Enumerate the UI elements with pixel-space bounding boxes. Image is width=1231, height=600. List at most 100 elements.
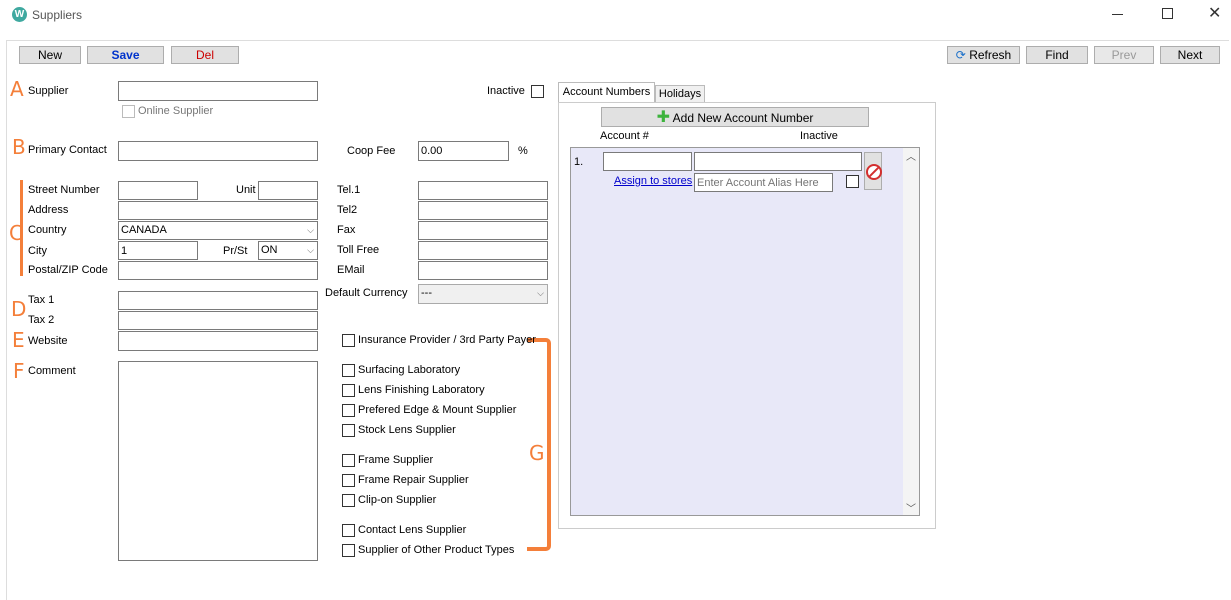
coop-fee-label: Coop Fee (347, 145, 396, 157)
email-label: EMail (337, 264, 365, 276)
city-label: City (28, 245, 47, 257)
supplier-input[interactable] (118, 81, 318, 101)
primary-contact-input[interactable] (118, 141, 318, 161)
default-currency-value: --- (421, 287, 432, 299)
tel1-input[interactable] (418, 181, 548, 200)
refresh-icon: ⟳ (955, 48, 966, 62)
supplier-type-checkbox[interactable] (342, 404, 355, 417)
marker-e: E (12, 328, 25, 352)
scroll-up-icon[interactable]: ︿ (906, 148, 916, 163)
close-icon[interactable]: ✕ (1208, 3, 1221, 22)
tax1-input[interactable] (118, 291, 318, 310)
account-name-input[interactable] (694, 152, 862, 171)
online-supplier-label: Online Supplier (138, 105, 214, 117)
comment-label: Comment (28, 365, 76, 377)
tax1-label: Tax 1 (28, 294, 55, 306)
chevron-down-icon: ⌵ (307, 225, 314, 235)
supplier-type-checkbox[interactable] (342, 384, 355, 397)
app-logo-icon: W (12, 7, 27, 22)
inactive-checkbox[interactable] (531, 85, 544, 98)
fax-label: Fax (337, 224, 356, 236)
supplier-type-checkbox[interactable] (342, 334, 355, 347)
account-number-input[interactable] (603, 152, 692, 171)
address-label: Address (28, 204, 69, 216)
supplier-type-checkbox[interactable] (342, 474, 355, 487)
fax-input[interactable] (418, 221, 548, 240)
supplier-type-checkbox[interactable] (342, 494, 355, 507)
unit-label: Unit (236, 184, 256, 196)
tax2-label: Tax 2 (28, 314, 55, 326)
col-inactive-header: Inactive (800, 130, 838, 142)
email-input[interactable] (418, 261, 548, 280)
supplier-type-label: Lens Finishing Laboratory (358, 384, 485, 396)
website-label: Website (28, 335, 68, 347)
website-input[interactable] (118, 331, 318, 351)
supplier-type-label: Stock Lens Supplier (358, 424, 456, 436)
marker-a: A (10, 77, 24, 101)
inactive-label: Inactive (487, 85, 525, 97)
supplier-type-label: Surfacing Laboratory (358, 364, 461, 376)
scrollbar-track[interactable] (903, 148, 919, 515)
tab-holidays[interactable]: Holidays (655, 85, 705, 102)
prev-button[interactable]: Prev (1094, 46, 1154, 64)
default-currency-label: Default Currency (325, 287, 408, 299)
prst-select[interactable]: ON ⌵ (258, 241, 318, 260)
prst-value: ON (261, 244, 278, 256)
supplier-type-label: Prefered Edge & Mount Supplier (358, 404, 517, 416)
supplier-type-label: Insurance Provider / 3rd Party Payer (358, 334, 536, 346)
marker-c: C (9, 221, 23, 245)
find-button[interactable]: Find (1026, 46, 1088, 64)
refresh-button[interactable]: ⟳ Refresh (947, 46, 1020, 64)
supplier-type-checkbox[interactable] (342, 524, 355, 537)
tel2-input[interactable] (418, 201, 548, 220)
supplier-type-checkbox[interactable] (342, 454, 355, 467)
country-select[interactable]: CANADA ⌵ (118, 221, 318, 240)
assign-stores-link[interactable]: Assign to stores (614, 175, 692, 187)
save-button[interactable]: Save (87, 46, 164, 64)
country-value: CANADA (121, 224, 167, 236)
supplier-type-checkbox[interactable] (342, 364, 355, 377)
tax2-input[interactable] (118, 311, 318, 330)
minimize-icon[interactable] (1112, 14, 1123, 15)
next-button[interactable]: Next (1160, 46, 1220, 64)
account-alias-input[interactable] (694, 173, 833, 192)
refresh-label: Refresh (969, 48, 1012, 62)
supplier-type-checkbox[interactable] (342, 424, 355, 437)
account-list (570, 147, 920, 516)
add-account-button[interactable]: ✚ Add New Account Number (601, 107, 869, 127)
unit-input[interactable] (258, 181, 318, 200)
marker-f: F (13, 359, 25, 383)
street-number-label: Street Number (28, 184, 100, 196)
chevron-down-icon: ⌵ (307, 245, 314, 255)
tab-account-numbers[interactable]: Account Numbers (558, 82, 655, 102)
city-input[interactable] (118, 241, 198, 260)
tollfree-input[interactable] (418, 241, 548, 260)
address-input[interactable] (118, 201, 318, 220)
plus-icon: ✚ (656, 107, 670, 126)
supplier-type-label: Contact Lens Supplier (358, 524, 467, 536)
street-number-input[interactable] (118, 181, 198, 200)
chevron-down-icon: ⌵ (537, 288, 544, 298)
country-label: Country (28, 224, 67, 236)
supplier-type-label: Frame Repair Supplier (358, 474, 469, 486)
maximize-icon[interactable] (1162, 8, 1173, 19)
supplier-label: Supplier (28, 85, 69, 97)
supplier-type-label: Frame Supplier (358, 454, 434, 466)
prst-label: Pr/St (223, 245, 248, 257)
postal-input[interactable] (118, 261, 318, 280)
col-account-header: Account # (600, 130, 649, 142)
add-account-label: Add New Account Number (672, 111, 814, 125)
new-button[interactable]: New (19, 46, 81, 64)
default-currency-select[interactable]: --- ⌵ (418, 284, 548, 304)
account-inactive-checkbox[interactable] (846, 175, 859, 188)
scroll-down-icon[interactable]: ﹀ (906, 500, 916, 515)
marker-g-bracket (527, 338, 551, 551)
supplier-type-checkbox[interactable] (342, 544, 355, 557)
comment-textarea[interactable] (118, 361, 318, 561)
coop-fee-input[interactable] (418, 141, 509, 161)
delete-account-button[interactable] (864, 152, 882, 190)
online-supplier-checkbox[interactable] (122, 105, 135, 118)
postal-label: Postal/ZIP Code (28, 264, 108, 276)
no-entry-icon (866, 164, 882, 180)
delete-button[interactable]: Del (171, 46, 239, 64)
